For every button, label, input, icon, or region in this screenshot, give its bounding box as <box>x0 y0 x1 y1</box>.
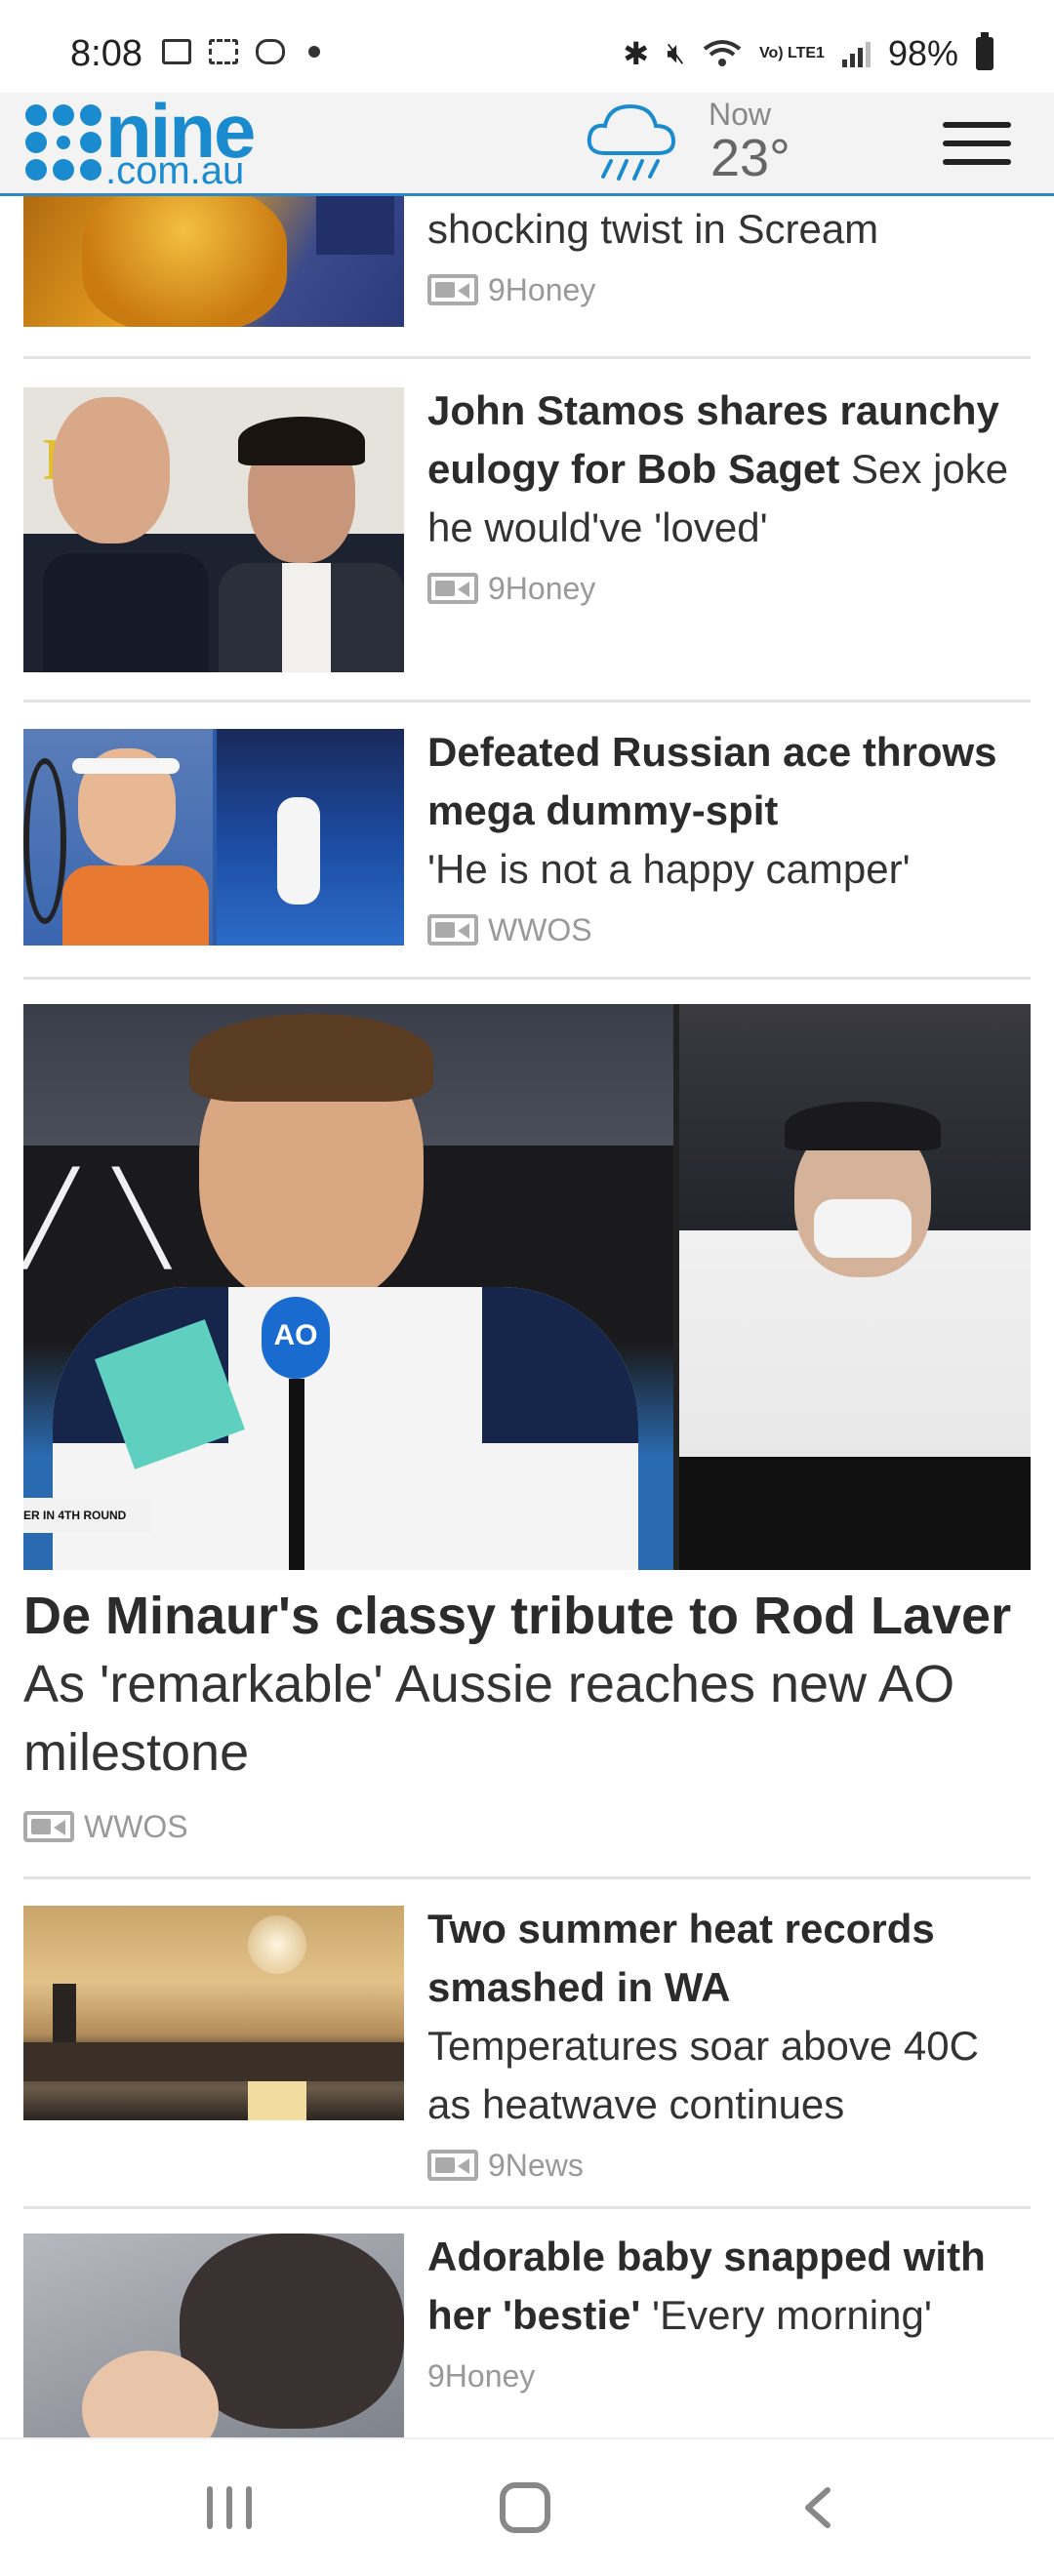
article-source: WWOS <box>23 1792 1031 1861</box>
battery-icon <box>976 32 993 70</box>
scoreboard-caption: ER IN 4TH ROUND <box>23 1498 150 1533</box>
article-text: Two summer heat records smashed in WA Te… <box>427 1900 1031 2194</box>
article-baby-bestie[interactable]: Adorable baby snapped with her 'bestie' … <box>23 2234 1031 2437</box>
article-source: 9Honey <box>427 2347 1031 2405</box>
source-label: WWOS <box>488 912 592 947</box>
article-thumbnail <box>23 729 404 946</box>
video-icon <box>23 1811 74 1842</box>
article-source: 9Honey <box>427 261 1031 319</box>
signal-icon <box>841 40 871 67</box>
article-subtext: Temperatures soar above 40C as heatwave … <box>427 2023 979 2127</box>
source-label: 9Honey <box>488 272 596 307</box>
article-text: shocking twist in Scream 9Honey <box>427 200 1031 319</box>
article-scream[interactable]: shocking twist in Scream 9Honey <box>23 196 1031 358</box>
article-source: 9News <box>427 2136 1031 2194</box>
article-subtext: 'He is not a happy camper' <box>427 846 911 892</box>
mute-icon: 🔇︎ <box>667 37 685 69</box>
article-heat-records[interactable]: Two summer heat records smashed in WA Te… <box>23 1906 1031 2198</box>
article-russian-ace[interactable]: Defeated Russian ace throws mega dummy-s… <box>23 729 1031 992</box>
article-thumbnail <box>23 1906 404 2120</box>
article-hero-image: ╱╲ AO ER IN 4TH ROUND <box>23 1004 1031 1570</box>
source-label: 9News <box>488 2148 584 2183</box>
app-header: nine .com.au Now 23° <box>0 88 1054 196</box>
divider <box>23 977 1031 980</box>
status-time: 8:08 <box>70 33 142 74</box>
article-text: Defeated Russian ace throws mega dummy-s… <box>427 723 1031 959</box>
article-headline: De Minaur's classy tribute to Rod Laver <box>23 1587 1012 1645</box>
game-notification-icon <box>256 39 285 64</box>
article-stamos[interactable]: F John Stamos shares raunchy eulogy for … <box>23 387 1031 709</box>
article-text: John Stamos shares raunchy eulogy for Bo… <box>427 382 1031 618</box>
wifi-icon <box>703 40 742 66</box>
article-thumbnail: F <box>23 387 404 672</box>
bluetooth-icon: ✱ <box>623 36 650 71</box>
more-notifications-dot-icon <box>308 46 320 58</box>
article-subtext: shocking twist in Scream <box>427 206 879 252</box>
article-text: De Minaur's classy tribute to Rod Laver … <box>23 1582 1031 1861</box>
status-system-icons: ✱ 🔇︎ Vo) LTE1 98% <box>623 32 993 74</box>
article-source: 9Honey <box>427 559 1031 618</box>
status-bar: 8:08 ✱ 🔇︎ Vo) LTE1 98% <box>0 0 1054 93</box>
divider <box>23 1876 1031 1879</box>
nine-logo-dots-icon <box>25 104 101 181</box>
source-label: 9Honey <box>427 2358 536 2394</box>
screenshot-notification-icon <box>209 39 238 64</box>
recent-apps-button[interactable] <box>207 2486 252 2529</box>
source-label: WWOS <box>84 1809 188 1844</box>
logo-domain: .com.au <box>105 149 245 192</box>
battery-percent: 98% <box>887 33 958 73</box>
system-navigation-bar <box>0 2437 1054 2576</box>
weather-temperature[interactable]: 23° <box>710 128 790 188</box>
article-subtext: As 'remarkable' Aussie reaches new AO mi… <box>23 1655 955 1782</box>
divider <box>23 700 1031 703</box>
image-notification-icon <box>162 39 191 64</box>
article-headline: Two summer heat records smashed in WA <box>427 1906 935 2010</box>
video-icon <box>427 274 478 305</box>
nine-logo[interactable]: nine .com.au <box>0 88 293 196</box>
ao-microphone: AO <box>262 1297 330 1379</box>
hamburger-menu-icon[interactable] <box>943 122 1011 165</box>
news-feed[interactable]: shocking twist in Scream 9Honey F John S… <box>0 196 1054 2437</box>
back-button[interactable] <box>800 2486 835 2529</box>
rain-cloud-icon[interactable] <box>584 99 679 186</box>
video-icon <box>427 914 478 946</box>
network-type-icon: Vo) LTE1 <box>758 45 825 61</box>
article-thumbnail <box>23 2234 404 2437</box>
article-text: Adorable baby snapped with her 'bestie' … <box>427 2228 1031 2405</box>
source-label: 9Honey <box>488 571 596 606</box>
divider <box>23 2206 1031 2209</box>
home-button[interactable] <box>500 2482 550 2533</box>
article-source: WWOS <box>427 901 1031 959</box>
article-headline: Defeated Russian ace throws mega dummy-s… <box>427 729 997 833</box>
video-icon <box>427 573 478 604</box>
article-de-minaur[interactable]: ╱╲ AO ER IN 4TH ROUND De Minaur's classy… <box>23 1004 1031 1863</box>
status-notification-icons <box>162 39 320 64</box>
video-icon <box>427 2150 478 2181</box>
article-subtext: 'Every morning' <box>640 2292 932 2338</box>
divider <box>23 356 1031 359</box>
article-thumbnail <box>23 196 404 327</box>
